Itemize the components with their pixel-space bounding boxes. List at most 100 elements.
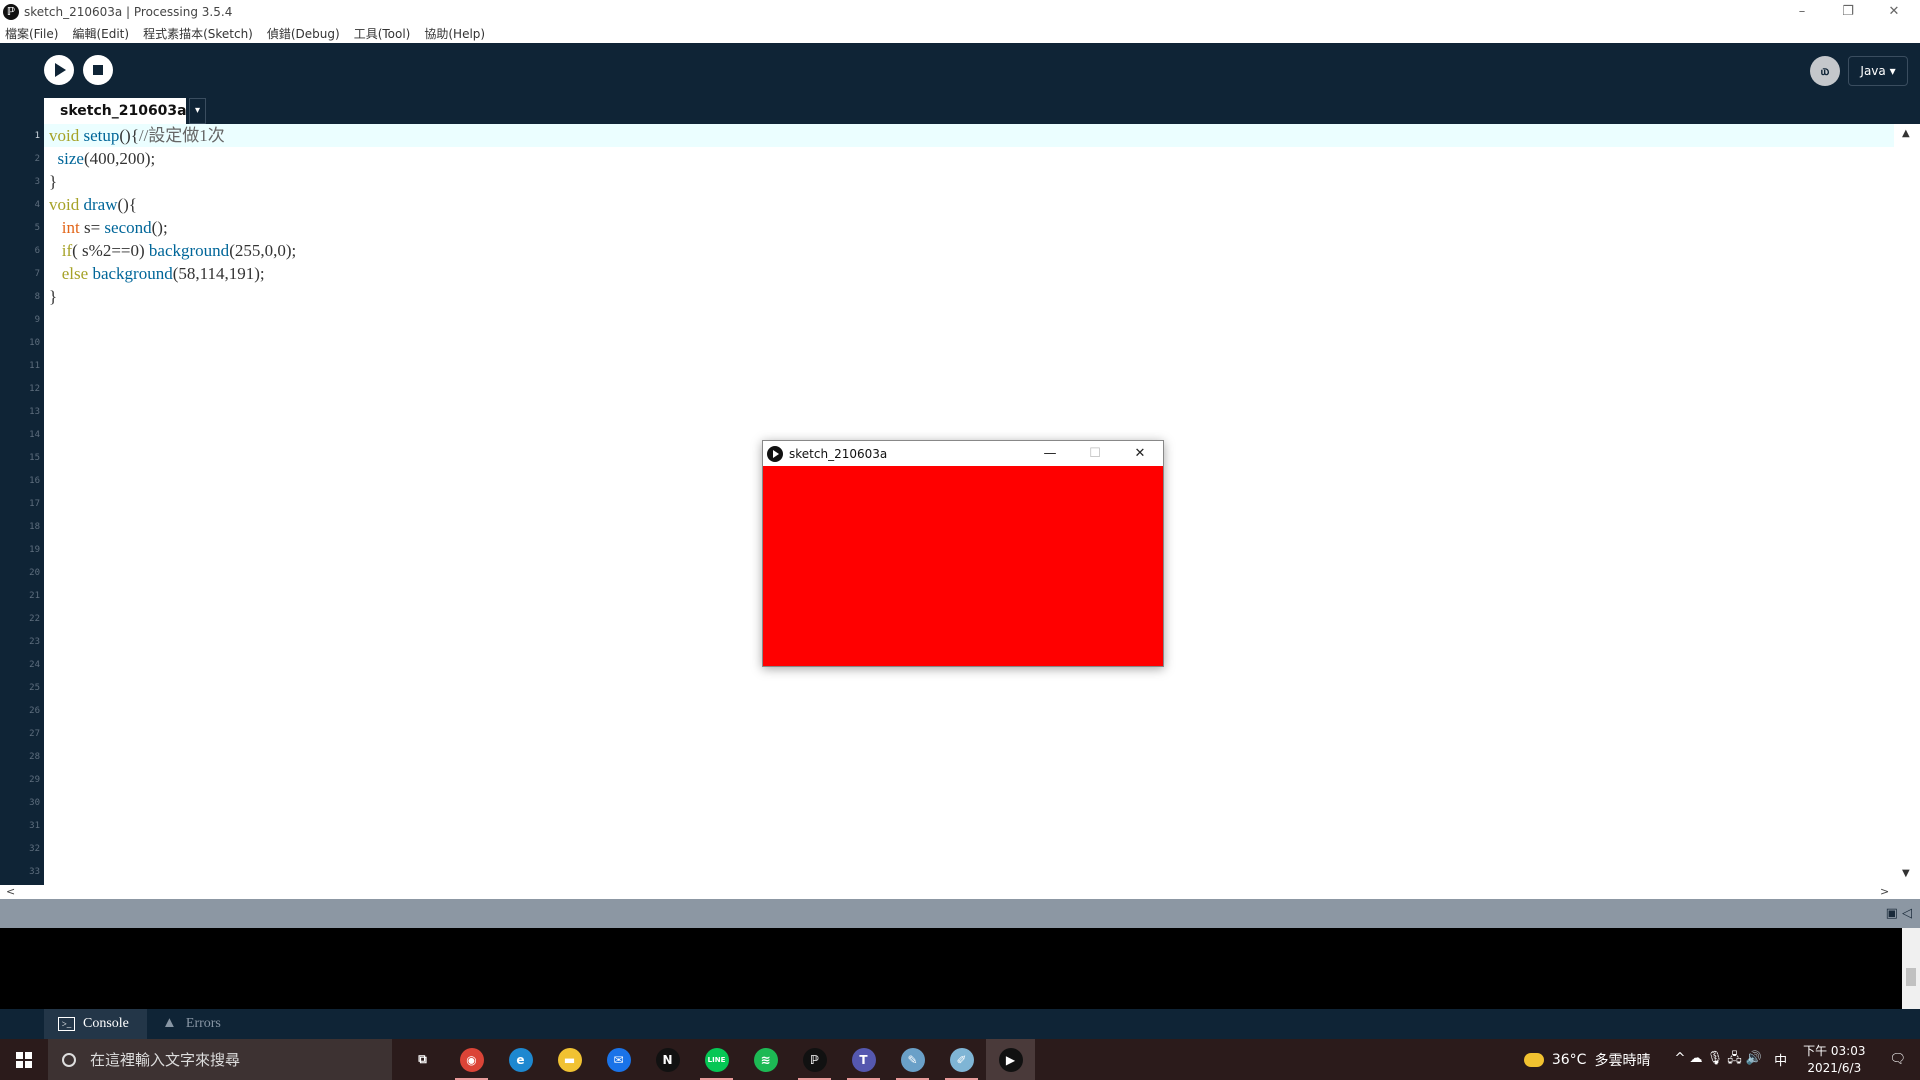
line-number: 12 xyxy=(29,384,40,394)
clock-time: 下午 03:03 xyxy=(1803,1043,1866,1058)
code-text[interactable]: void setup(){//設定做1次 size(400,200);} void… xyxy=(49,124,296,308)
line-number: 16 xyxy=(29,476,40,486)
console-output[interactable] xyxy=(0,928,1920,1009)
sketch-maximize-button[interactable]: ☐ xyxy=(1075,441,1115,466)
search-placeholder: 在這裡輸入文字來搜尋 xyxy=(90,1051,241,1069)
code-token: second xyxy=(104,218,152,237)
menu-debug[interactable]: 偵錯(Debug) xyxy=(262,25,340,42)
code-line[interactable]: } xyxy=(49,285,296,308)
vertical-scrollbar[interactable]: ▲ ▼ xyxy=(1894,124,1920,885)
mode-selector[interactable]: Java ▾ xyxy=(1848,56,1908,86)
taskbar-mail[interactable]: ✉ xyxy=(594,1039,643,1080)
taskbar-line[interactable]: LINE xyxy=(692,1039,741,1080)
line-number: 9 xyxy=(34,315,40,325)
code-line[interactable]: void setup(){//設定做1次 xyxy=(49,124,296,147)
tab-errors[interactable]: ▲ Errors xyxy=(147,1009,239,1039)
notification-icon[interactable]: 🗨 xyxy=(1889,1052,1906,1067)
menu-edit[interactable]: 編輯(Edit) xyxy=(67,25,129,42)
code-line[interactable]: } xyxy=(49,170,296,193)
weather-icon[interactable] xyxy=(1523,1052,1544,1067)
code-token: (400,200); xyxy=(83,149,156,168)
menu-sketch[interactable]: 程式素描本(Sketch) xyxy=(138,25,253,42)
line-number: 11 xyxy=(29,361,40,371)
taskbar-spotify[interactable]: ≋ xyxy=(741,1039,790,1080)
code-token: draw xyxy=(83,195,118,214)
line-number: 4 xyxy=(34,200,40,210)
tab-sketch[interactable]: sketch_210603a xyxy=(44,98,187,124)
line-number: 28 xyxy=(29,752,40,762)
taskbar-search[interactable]: 在這裡輸入文字來搜尋 xyxy=(48,1039,392,1080)
spotify-icon: ≋ xyxy=(753,1047,778,1072)
weather-text[interactable]: 多雲時晴 xyxy=(1594,1050,1650,1070)
weather-temp[interactable]: 36°C xyxy=(1552,1052,1587,1068)
line-number-gutter: 1 2 3 4 5 6 7 8 9 10 11 12 13 14 15 16 17 18 19 20 21 22 23 24 2… xyxy=(0,124,44,885)
tab-console[interactable]: >_ Console xyxy=(44,1009,147,1039)
code-token: //設定做1次 xyxy=(138,126,225,145)
line-number: 31 xyxy=(29,821,40,831)
taskbar-netflix[interactable]: N xyxy=(643,1039,692,1080)
code-token: (); xyxy=(151,218,168,237)
warning-icon: ▲ xyxy=(161,1015,177,1031)
code-token: else xyxy=(61,264,89,283)
menu-help[interactable]: 協助(Help) xyxy=(419,25,485,42)
code-line[interactable]: int s= second(); xyxy=(49,216,296,239)
restore-button[interactable]: ❐ xyxy=(1826,0,1870,23)
notes-icon: ✐ xyxy=(949,1047,974,1072)
sketch-window[interactable]: sketch_210603a — ☐ ✕ xyxy=(762,440,1164,667)
stop-button[interactable] xyxy=(83,55,113,85)
taskbar-teams[interactable]: T xyxy=(839,1039,888,1080)
taskbar-chrome[interactable]: ◉ xyxy=(447,1039,496,1080)
taskbar-task-view[interactable]: ⧉ xyxy=(398,1039,447,1080)
run-button[interactable] xyxy=(44,55,74,85)
line-number: 22 xyxy=(29,614,40,624)
minimize-button[interactable]: – xyxy=(1780,0,1824,23)
taskbar-processing[interactable]: ℙ xyxy=(790,1039,839,1080)
line-number: 24 xyxy=(29,660,40,670)
code-line[interactable]: void draw(){ xyxy=(49,193,296,216)
taskbar-paint[interactable]: ✎ xyxy=(888,1039,937,1080)
status-icons[interactable]: ▣ ◁ xyxy=(1886,906,1912,921)
scroll-left-icon[interactable]: < xyxy=(6,885,15,898)
sketch-canvas[interactable] xyxy=(763,466,1163,666)
window-titlebar: ℙ sketch_210603a | Processing 3.5.4 – ❐ … xyxy=(0,0,1920,23)
debugger-icon[interactable]: ௰ xyxy=(1810,56,1840,86)
scroll-right-icon[interactable]: > xyxy=(1880,885,1889,898)
console-scrollbar[interactable] xyxy=(1902,928,1920,1009)
start-button[interactable] xyxy=(0,1039,48,1080)
windows-logo-icon xyxy=(16,1051,32,1068)
code-line[interactable]: if( s%2==0) background(255,0,0); xyxy=(49,239,296,262)
line-number: 1 xyxy=(34,131,40,141)
code-token: ( s%2==0) xyxy=(72,241,149,260)
teams-icon: T xyxy=(851,1047,876,1072)
code-token: if xyxy=(61,241,73,260)
taskbar-edge[interactable]: e xyxy=(496,1039,545,1080)
ime-indicator[interactable]: 中 xyxy=(1774,1050,1787,1069)
current-line-highlight xyxy=(44,124,1894,147)
taskbar-notes[interactable]: ✐ xyxy=(937,1039,986,1080)
tray-icons[interactable]: ^ ☁ 🎙 🖧 🔊 xyxy=(1674,1049,1762,1071)
console-scroll-thumb[interactable] xyxy=(1906,968,1916,986)
sketch-close-button[interactable]: ✕ xyxy=(1120,441,1160,466)
mail-icon: ✉ xyxy=(606,1047,631,1072)
taskbar-file-explorer[interactable]: ▬ xyxy=(545,1039,594,1080)
horizontal-scrollbar[interactable]: < > xyxy=(0,885,1920,899)
taskbar-clock[interactable]: 下午 03:03 2021/6/3 xyxy=(1803,1043,1865,1077)
close-button[interactable]: ✕ xyxy=(1872,0,1916,23)
sketch-window-titlebar[interactable]: sketch_210603a — ☐ ✕ xyxy=(763,441,1163,466)
scroll-down-icon[interactable]: ▼ xyxy=(1902,868,1910,879)
menu-tool[interactable]: 工具(Tool) xyxy=(349,25,411,42)
line-number: 7 xyxy=(34,269,40,279)
line-number: 18 xyxy=(29,522,40,532)
taskbar-sketch-runner[interactable]: ▶ xyxy=(986,1039,1035,1080)
code-line[interactable]: size(400,200); xyxy=(49,147,296,170)
code-line[interactable]: else background(58,114,191); xyxy=(49,262,296,285)
menu-file[interactable]: 檔案(File) xyxy=(0,25,58,42)
status-bar: ▣ ◁ xyxy=(0,899,1920,928)
tab-menu-button[interactable]: ▾ xyxy=(189,98,206,124)
scroll-up-icon[interactable]: ▲ xyxy=(1902,128,1910,139)
netflix-icon: N xyxy=(655,1047,680,1072)
chrome-icon: ◉ xyxy=(459,1047,484,1072)
sketch-minimize-button[interactable]: — xyxy=(1030,441,1070,466)
line-number: 10 xyxy=(29,338,40,348)
